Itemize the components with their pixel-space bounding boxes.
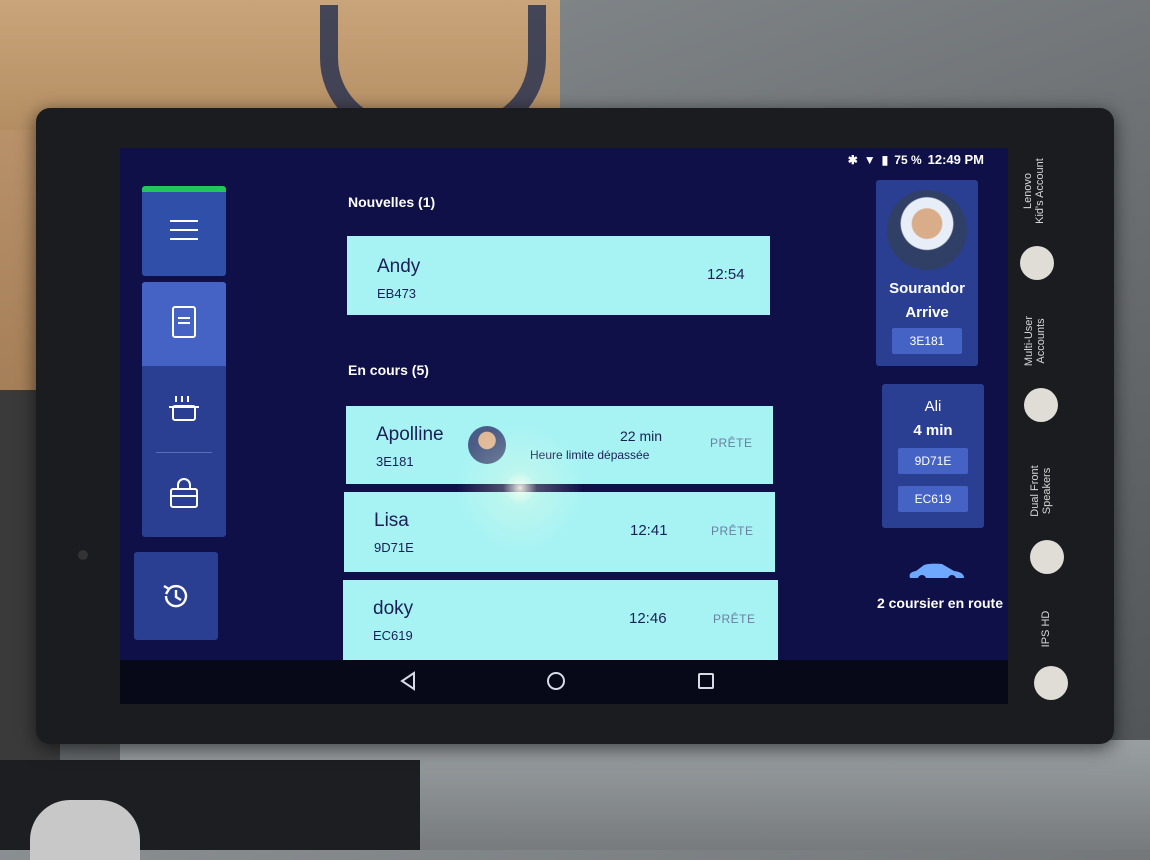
ready-status[interactable]: PRÊTE <box>711 524 754 538</box>
shoe <box>30 800 140 860</box>
order-name: doky <box>373 598 414 619</box>
bezel-label-kids: Lenovo Kid's Account <box>1022 158 1046 224</box>
bezel-label-ips: IPS HD <box>1040 610 1052 648</box>
driver-state: Arrive <box>905 304 949 321</box>
nav-item-bag[interactable] <box>142 454 226 538</box>
car-icon <box>909 563 964 583</box>
order-chip[interactable]: 3E181 <box>892 328 962 354</box>
order-card[interactable]: Lisa 9D71E 12:41 PRÊTE <box>344 492 775 572</box>
system-nav-bar <box>120 660 1008 704</box>
section-title-in-progress: En cours (5) <box>348 362 429 378</box>
nav-group <box>142 282 226 537</box>
courier-name: Ali <box>924 398 942 415</box>
order-name: Lisa <box>374 510 409 531</box>
wifi-icon: ▼ <box>863 152 876 167</box>
order-card[interactable]: Apolline 3E181 22 min Heure limite dépas… <box>346 406 773 484</box>
menu-button[interactable] <box>142 186 226 276</box>
kids-icon <box>1020 246 1054 280</box>
order-code: EB473 <box>377 286 417 301</box>
recents-icon[interactable] <box>696 670 716 692</box>
order-card[interactable]: doky EC619 12:46 PRÊTE <box>343 580 778 660</box>
order-code: EC619 <box>373 628 413 643</box>
order-card[interactable]: Andy EB473 12:54 <box>347 236 770 315</box>
hd-icon <box>1034 666 1068 700</box>
nav-divider <box>156 452 212 453</box>
order-code: 3E181 <box>376 454 414 469</box>
order-time: 22 min <box>620 428 663 444</box>
order-time: 12:41 <box>630 522 668 539</box>
nav-item-orders[interactable] <box>142 282 226 366</box>
driver-avatar <box>468 426 506 464</box>
hamburger-icon <box>170 220 198 240</box>
order-name: Andy <box>377 256 421 277</box>
battery-level: 75 % <box>894 152 922 167</box>
shopping-bag-icon <box>170 478 198 508</box>
battery-icon: ▮ <box>881 152 889 167</box>
receipt-icon <box>172 306 196 338</box>
couriers-en-route: 2 coursier en route <box>876 595 1004 611</box>
driver-name: Sourandor <box>889 280 965 297</box>
order-time: 12:54 <box>707 266 745 283</box>
multi-user-icon <box>1024 388 1058 422</box>
status-bar: ✱ ▼ ▮ 75 % 12:49 PM <box>848 152 984 167</box>
back-icon[interactable] <box>398 670 418 692</box>
driver-photo <box>887 190 967 270</box>
order-time: 12:46 <box>629 610 667 627</box>
front-camera <box>78 550 88 560</box>
courier-card[interactable]: Ali 4 min 9D71E EC619 <box>882 384 984 528</box>
bezel-label-speakers: Dual Front Speakers <box>1029 465 1053 517</box>
order-chip[interactable]: EC619 <box>898 486 968 512</box>
courier-eta: 4 min <box>913 422 953 439</box>
app-screen: ✱ ▼ ▮ 75 % 12:49 PM Nouvelles (1) Andy E… <box>120 148 1008 704</box>
bluetooth-icon: ✱ <box>847 152 858 167</box>
nav-item-kitchen[interactable] <box>142 366 226 450</box>
section-title-new: Nouvelles (1) <box>348 194 436 210</box>
home-icon[interactable] <box>545 670 567 692</box>
speaker-icon <box>1030 540 1064 574</box>
bezel-label-multi: Multi-User Accounts <box>1023 315 1047 367</box>
ready-status[interactable]: PRÊTE <box>710 436 753 450</box>
order-warning: Heure limite dépassée <box>530 448 650 462</box>
cooking-pot-icon <box>169 396 199 421</box>
history-button[interactable] <box>134 552 218 640</box>
clock: 12:49 PM <box>927 152 984 167</box>
history-icon <box>163 584 188 608</box>
order-name: Apolline <box>376 424 444 445</box>
order-code: 9D71E <box>374 540 414 555</box>
arriving-driver-card[interactable]: Sourandor Arrive 3E181 <box>876 180 978 366</box>
order-chip[interactable]: 9D71E <box>898 448 968 474</box>
ready-status[interactable]: PRÊTE <box>713 612 756 626</box>
